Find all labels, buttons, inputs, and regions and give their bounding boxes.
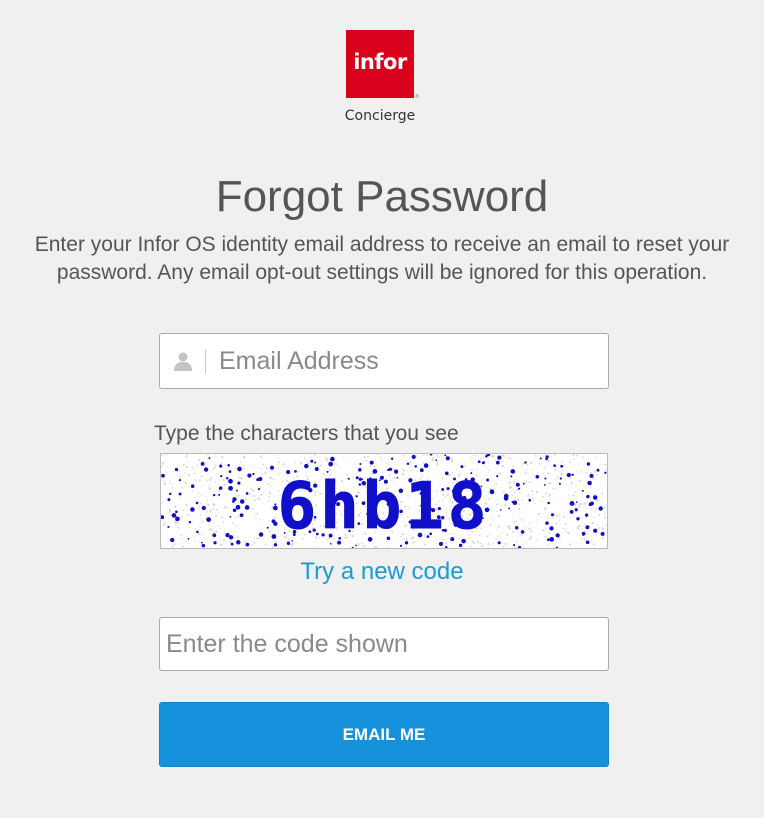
email-me-button[interactable]: EMAIL ME [159,702,609,767]
email-input[interactable] [206,336,599,386]
page-title: Forgot Password [215,172,549,221]
infor-logo: infor ® [346,30,419,100]
user-icon [160,334,206,388]
captcha-image: 6hb18 [160,453,608,549]
logo-text: infor [353,50,407,74]
code-field[interactable] [159,617,609,671]
page-description: Enter your Infor OS identity email addre… [34,233,730,284]
logo-subtitle: Concierge [344,108,416,124]
email-field[interactable] [159,333,609,389]
registered-mark: ® [415,94,419,100]
forgot-password-page: infor ® Concierge Forgot Password Enter … [0,0,764,818]
captcha-code: 6hb18 [278,470,491,544]
try-new-code-link[interactable]: Try a new code [0,558,764,586]
code-input[interactable] [160,620,596,668]
captcha-label: Type the characters that you see [154,422,459,445]
